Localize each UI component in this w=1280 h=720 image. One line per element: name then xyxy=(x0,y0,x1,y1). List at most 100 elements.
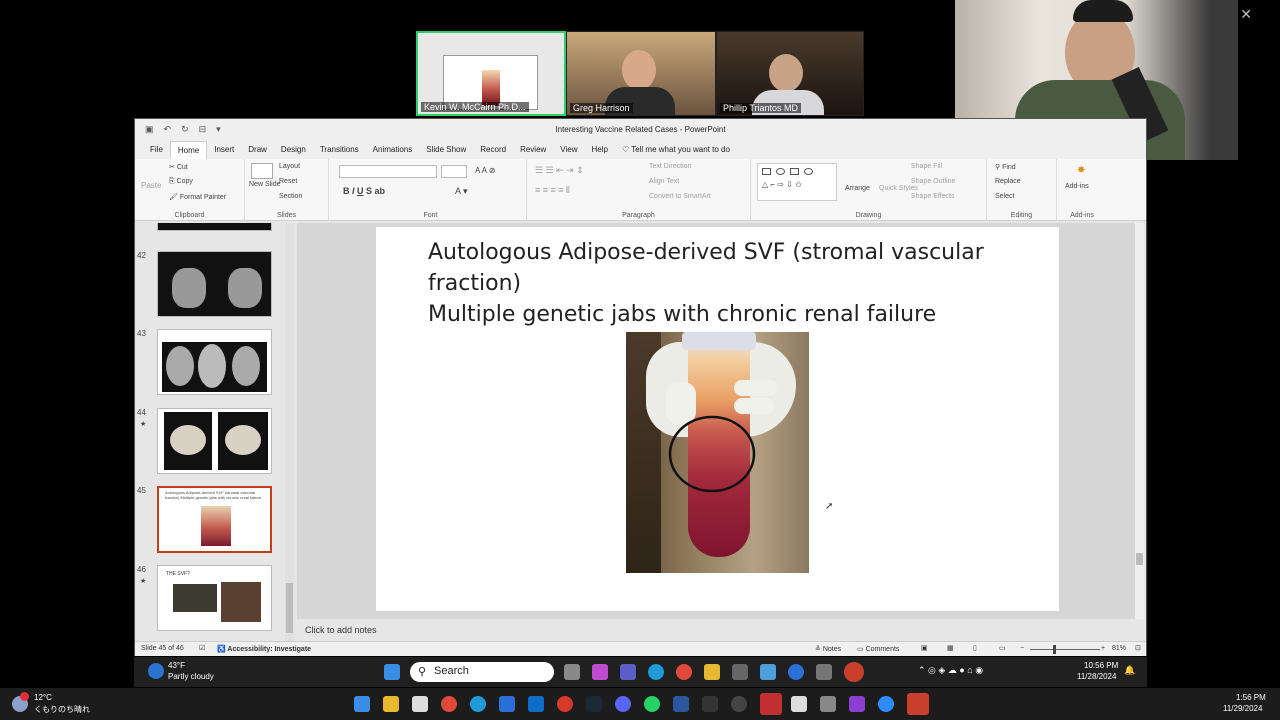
arrange-button[interactable]: Arrange xyxy=(845,185,870,192)
sorter-view-icon[interactable]: ▦ xyxy=(947,644,954,652)
shapes-gallery[interactable]: △ ⌐ ⇨ ⇩ ✩ xyxy=(757,163,837,201)
layout-button[interactable]: Layout xyxy=(279,163,300,170)
video-tile-kevin[interactable]: Kevin W. McCairn Ph.D... xyxy=(416,31,566,116)
whatsapp-icon[interactable] xyxy=(644,696,660,712)
terminal-icon[interactable] xyxy=(702,696,718,712)
tab-view[interactable]: View xyxy=(553,141,584,159)
obs-icon[interactable] xyxy=(731,696,747,712)
tab-record[interactable]: Record xyxy=(473,141,513,159)
shape-outline-button[interactable]: Shape Outline xyxy=(911,178,955,185)
app-icon-2[interactable] xyxy=(760,664,776,680)
app-active-icon[interactable] xyxy=(760,693,782,715)
notification-icon[interactable]: 🔔 xyxy=(1124,665,1135,676)
tab-transitions[interactable]: Transitions xyxy=(313,141,366,159)
settings-icon[interactable] xyxy=(820,696,836,712)
slide-thumbnail-43[interactable] xyxy=(157,329,272,395)
copy-button[interactable]: ⎘ Copy xyxy=(169,178,193,186)
tab-home[interactable]: Home xyxy=(169,141,208,159)
normal-view-icon[interactable]: ▣ xyxy=(921,644,928,652)
cut-button[interactable]: ✂ Cut xyxy=(169,163,188,171)
paste-button[interactable]: Paste xyxy=(141,181,161,190)
app-icon[interactable] xyxy=(732,664,748,680)
select-button[interactable]: Select xyxy=(995,193,1014,200)
tab-animations[interactable]: Animations xyxy=(366,141,420,159)
editor-scrollbar[interactable] xyxy=(1135,223,1144,619)
copilot-icon[interactable] xyxy=(592,664,608,680)
tab-draw[interactable]: Draw xyxy=(241,141,274,159)
chrome-icon[interactable] xyxy=(441,696,457,712)
slide-title[interactable]: Autologous Adipose-derived SVF (stromal … xyxy=(428,237,1048,330)
smartart-button[interactable]: Convert to SmartArt xyxy=(649,193,711,200)
shape-fill-button[interactable]: Shape Fill xyxy=(911,163,942,170)
replace-button[interactable]: Replace xyxy=(995,178,1021,185)
video-tile-greg[interactable]: Greg Harrison xyxy=(566,31,716,116)
fit-slide-icon[interactable]: ⊡ xyxy=(1135,644,1141,652)
text-direction-button[interactable]: Text Direction xyxy=(649,163,691,170)
addins-button[interactable]: Add-ins xyxy=(1065,183,1089,190)
tab-insert[interactable]: Insert xyxy=(207,141,241,159)
edge-icon[interactable] xyxy=(648,664,664,680)
outlook-icon[interactable] xyxy=(528,696,544,712)
grow-font-icon[interactable]: A A ⊘ xyxy=(475,166,496,175)
teams-icon[interactable] xyxy=(620,664,636,680)
list-icons[interactable]: ☰ ☰ ⇤ ⇥ ⇕ xyxy=(535,165,584,176)
reset-button[interactable]: Reset xyxy=(279,178,297,185)
powerpoint-taskbar-icon[interactable] xyxy=(844,662,864,682)
zoom-level[interactable]: 81% xyxy=(1112,645,1126,652)
zoom-slider[interactable] xyxy=(1030,649,1100,650)
discord-icon[interactable] xyxy=(615,696,631,712)
align-icons[interactable]: ≡ ≡ ≡ ≡ ⫴ xyxy=(535,185,570,196)
tab-file[interactable]: File xyxy=(143,141,170,159)
app-icon-2[interactable] xyxy=(791,696,807,712)
font-format-icons[interactable]: B I U S ab xyxy=(343,186,385,196)
find-button[interactable]: ⚲ Find xyxy=(995,163,1016,171)
tab-help[interactable]: Help xyxy=(585,141,615,159)
app-icon-3[interactable] xyxy=(849,696,865,712)
shape-effects-button[interactable]: Shape Effects xyxy=(911,193,954,200)
current-slide[interactable]: Autologous Adipose-derived SVF (stromal … xyxy=(376,227,1059,611)
slide-thumbnail-42[interactable] xyxy=(157,251,272,317)
font-size-box[interactable] xyxy=(441,165,467,178)
tab-review[interactable]: Review xyxy=(513,141,553,159)
zoom-out-icon[interactable]: − xyxy=(1020,645,1024,652)
chrome-icon[interactable] xyxy=(676,664,692,680)
powerpoint-taskbar-icon[interactable] xyxy=(907,693,929,715)
tab-design[interactable]: Design xyxy=(274,141,313,159)
store-icon[interactable] xyxy=(412,696,428,712)
new-slide-button[interactable]: New Slide xyxy=(249,181,281,188)
reading-view-icon[interactable]: ▯ xyxy=(973,644,977,652)
task-view-icon[interactable] xyxy=(564,664,580,680)
remote-app-icon[interactable] xyxy=(499,696,515,712)
video-tile-phillip[interactable]: Phillip Triantos MD xyxy=(716,31,864,116)
notes-pane[interactable]: Click to add notes xyxy=(297,619,1144,641)
quick-styles-button[interactable]: Quick Styles xyxy=(879,185,918,192)
tray-icons[interactable]: ⌃ ◎ ◈ ☁ ● ⌂ ◉ xyxy=(918,665,983,676)
windows-start-icon[interactable] xyxy=(354,696,370,712)
thumbnail-scrollbar[interactable] xyxy=(285,223,294,641)
slide-thumbnail-45[interactable]: Autologous Adipose-derived SVF (stromal … xyxy=(157,486,272,553)
zoom-in-icon[interactable]: + xyxy=(1101,645,1105,652)
section-button[interactable]: Section xyxy=(279,193,302,200)
windows-start-icon[interactable] xyxy=(384,664,400,680)
slide-thumbnail-41[interactable] xyxy=(157,223,272,231)
edge-icon[interactable] xyxy=(470,696,486,712)
tell-me-search[interactable]: ♡ Tell me what you want to do xyxy=(615,141,737,159)
slide-photo[interactable] xyxy=(626,332,809,573)
align-text-button[interactable]: Align Text xyxy=(649,178,679,185)
app-icon[interactable] xyxy=(557,696,573,712)
zoom-app-icon[interactable] xyxy=(878,696,894,712)
font-name-box[interactable] xyxy=(339,165,437,178)
close-icon[interactable]: ✕ xyxy=(1240,6,1252,23)
zoom-app-icon[interactable] xyxy=(788,664,804,680)
slideshow-view-icon[interactable]: ▭ xyxy=(999,644,1006,652)
comments-button[interactable]: ▭ Comments xyxy=(857,645,899,653)
taskbar-search[interactable]: ⚲ Search xyxy=(410,662,554,682)
slide-thumbnail-46[interactable]: THE SVF? xyxy=(157,565,272,631)
word-icon[interactable] xyxy=(673,696,689,712)
notes-button[interactable]: ≜ Notes xyxy=(815,645,841,653)
slide-thumbnail-44[interactable] xyxy=(157,408,272,474)
accessibility-status[interactable]: ♿ Accessibility: Investigate xyxy=(217,645,311,653)
zoom-slider-thumb[interactable] xyxy=(1053,645,1056,654)
tab-slide-show[interactable]: Slide Show xyxy=(419,141,473,159)
font-color-icon[interactable]: A ▾ xyxy=(455,186,468,197)
